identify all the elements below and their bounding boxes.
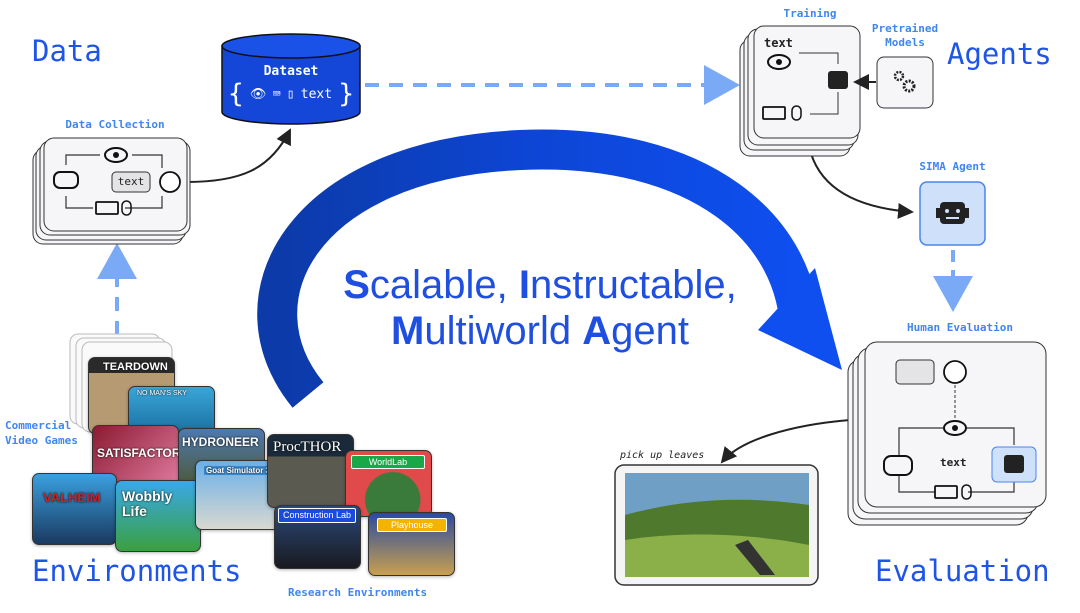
human-evaluation-label: Human Evaluation [907, 321, 1013, 334]
section-title-environments: Environments [32, 554, 242, 588]
training-text: text [764, 36, 793, 50]
dataset-title: Dataset [263, 64, 319, 79]
env-thumb-construction-lab: Construction Lab [274, 505, 361, 569]
commercial-label-line2: Video Games [5, 434, 78, 447]
env-thumb-playhouse: Playhouse [368, 512, 455, 576]
robot-icon [936, 202, 969, 224]
training-label: Training [783, 7, 837, 20]
dataset-text: text [300, 86, 333, 102]
center-title: Scalable, Instructable, Multiworld Agent [280, 262, 800, 354]
env-thumb-procthor: ProcTHOR [267, 434, 354, 508]
data-collection-text: text [117, 175, 145, 188]
mouse-icon: ▯ [286, 86, 295, 102]
sima-agent-label: SIMA Agent [919, 160, 986, 173]
section-title-evaluation: Evaluation [875, 554, 1050, 588]
eye-icon: 👁 [249, 86, 267, 102]
data-collection-label: Data Collection [65, 118, 165, 131]
keyboard-icon: ⌨ [272, 86, 281, 102]
section-title-agents: Agents [947, 37, 1052, 71]
collection-to-dataset-arrow [185, 128, 291, 183]
commercial-games-label: Commercial Video Games [5, 418, 78, 448]
training-card-stack [739, 25, 861, 157]
data-collection-card-stack [32, 137, 191, 245]
game-thumb-valheim: VALHEIM [32, 473, 117, 545]
game-thumb-wobbly-life: Wobbly Life [115, 480, 201, 552]
pretrained-models-label: Pretrained Models [860, 22, 950, 50]
evaluation-game-screenshot [614, 464, 819, 586]
center-title-line1: Scalable, Instructable, [343, 263, 737, 307]
pretrained-label-line1: Pretrained [871, 22, 939, 35]
evaluation-instruction: pick up leaves [620, 450, 705, 461]
human-evaluation-card-stack [847, 341, 1047, 526]
center-title-line2: Multiworld Agent [391, 309, 689, 353]
pretrained-label-line2: Models [885, 36, 925, 49]
brace-left: { [228, 79, 244, 109]
evaluation-to-example-arrow [720, 419, 851, 464]
brace-right: } [338, 79, 354, 109]
section-title-data: Data [32, 34, 102, 68]
pretrained-models-box [876, 56, 934, 109]
dataset-contents: { 👁 ⌨ ▯ text } [228, 79, 354, 109]
commercial-label-line1: Commercial [5, 419, 72, 432]
research-environments-label: Research Environments [288, 586, 428, 599]
human-evaluation-text: text [940, 456, 967, 469]
